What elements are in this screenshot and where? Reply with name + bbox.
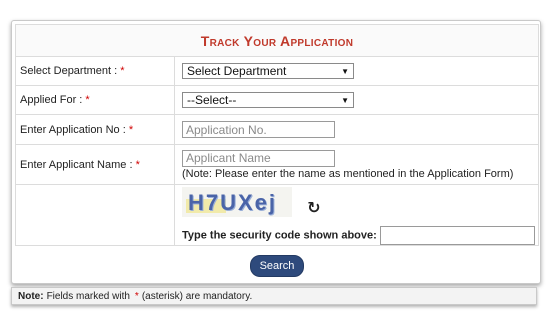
- department-select-value: Select Department: [187, 64, 287, 78]
- department-select[interactable]: Select Department ▼: [182, 63, 354, 79]
- captcha-row: H7UXej ↻ Type the security code shown ab…: [15, 183, 539, 247]
- name-label: Enter Applicant Name :: [20, 158, 136, 171]
- mandatory-note: Note: Fields marked with * (asterisk) ar…: [11, 287, 537, 305]
- applied-select-value: --Select--: [187, 93, 237, 107]
- appno-field-cell: [174, 114, 539, 145]
- title-row: Track Your Application: [15, 24, 539, 57]
- security-code-input[interactable]: [379, 226, 535, 246]
- applied-label: Applied For :: [20, 94, 86, 106]
- refresh-icon[interactable]: ↻: [307, 198, 320, 218]
- required-mark: *: [85, 94, 90, 106]
- applicant-name-row: Enter Applicant Name : * (Note: Please e…: [15, 144, 539, 185]
- note-text-b: (asterisk) are mandatory.: [141, 290, 253, 302]
- captcha-field-cell: H7UXej ↻ Type the security code shown ab…: [174, 183, 539, 247]
- note-star: *: [134, 290, 139, 302]
- search-button[interactable]: Search: [250, 255, 304, 277]
- appno-label-cell: Enter Application No : *: [15, 114, 175, 145]
- application-no-row: Enter Application No : *: [15, 114, 539, 145]
- department-field-cell: Select Department ▼: [174, 56, 539, 86]
- name-field-cell: (Note: Please enter the name as mentione…: [174, 144, 539, 185]
- name-note: (Note: Please enter the name as mentione…: [182, 167, 514, 180]
- required-mark: *: [128, 123, 134, 136]
- applied-for-select[interactable]: --Select-- ▼: [182, 92, 354, 108]
- dropdown-arrow-icon: ▼: [341, 66, 349, 76]
- applied-field-cell: --Select-- ▼: [174, 85, 539, 115]
- applied-for-row: Applied For : * --Select-- ▼: [15, 85, 539, 115]
- captcha-image: H7UXej: [182, 187, 292, 217]
- captcha-text: H7UXej: [188, 190, 278, 215]
- page-title: Track Your Application: [200, 32, 354, 49]
- department-label: Select Department :: [20, 65, 121, 77]
- department-row: Select Department : * Select Department …: [15, 56, 539, 86]
- track-form-table: Select Department : * Select Department …: [15, 56, 539, 247]
- application-no-input[interactable]: [182, 121, 335, 138]
- note-text-a: Fields marked with: [46, 290, 130, 302]
- track-application-card: Track Your Application Select Department…: [11, 20, 541, 284]
- dropdown-arrow-icon: ▼: [341, 95, 349, 105]
- captcha-empty-cell: [15, 183, 175, 247]
- applied-label-cell: Applied For : *: [15, 85, 175, 115]
- note-label: Note:: [18, 290, 44, 302]
- department-label-cell: Select Department : *: [15, 56, 175, 86]
- security-code-label: Type the security code shown above:: [182, 229, 377, 242]
- required-mark: *: [120, 65, 125, 77]
- appno-label: Enter Application No :: [20, 123, 129, 136]
- name-label-cell: Enter Applicant Name : *: [15, 144, 175, 185]
- applicant-name-input[interactable]: [182, 149, 335, 167]
- required-mark: *: [135, 158, 140, 171]
